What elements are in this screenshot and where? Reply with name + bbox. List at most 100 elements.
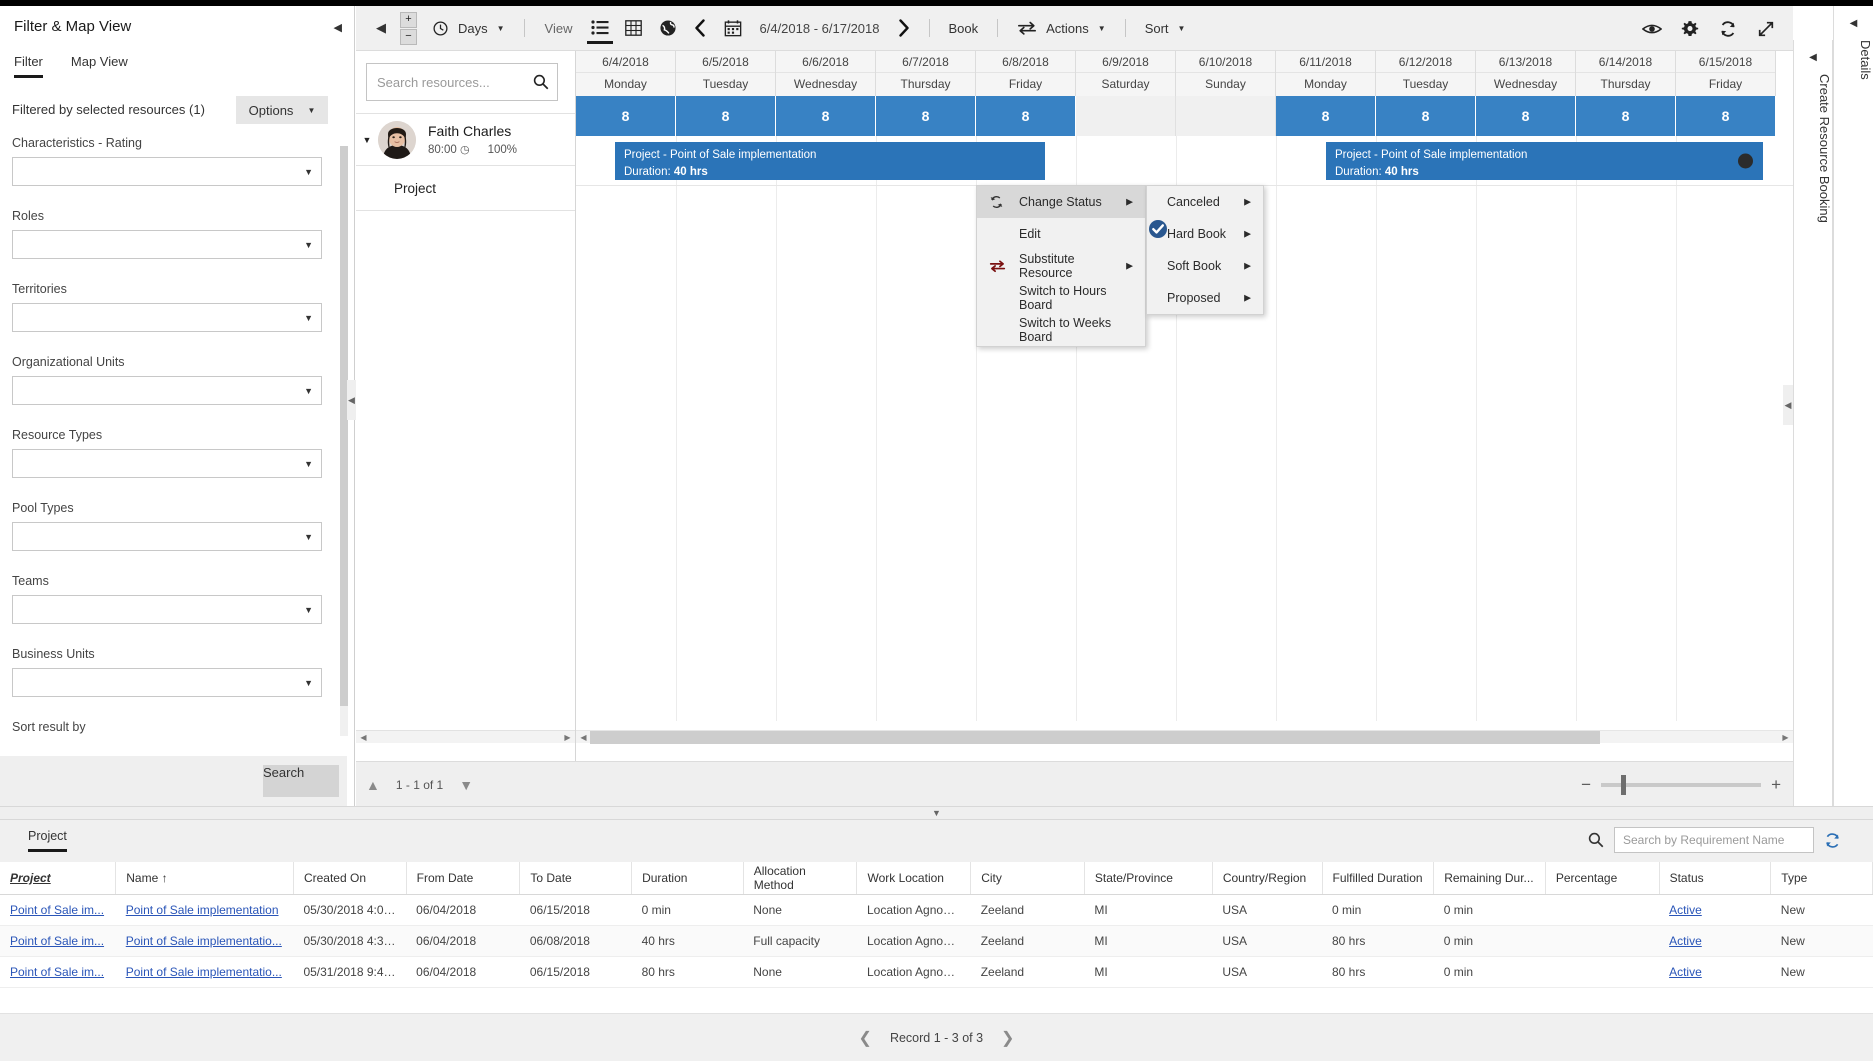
column-header-created-on[interactable]: Created On — [293, 862, 407, 895]
globe-view-icon[interactable] — [651, 6, 685, 51]
page-down-icon[interactable]: ▼ — [459, 777, 473, 793]
scroll-right-icon[interactable]: ▶ — [561, 731, 574, 744]
next-record-icon[interactable]: ❯ — [1001, 1028, 1014, 1048]
search-icon[interactable] — [533, 74, 549, 90]
cell-status[interactable]: Active — [1659, 925, 1771, 957]
status-link[interactable]: Active — [1669, 903, 1702, 917]
capacity-cell[interactable]: 8 — [776, 96, 876, 136]
zoom-in-button[interactable]: + — [400, 11, 417, 28]
create-resource-booking-rail[interactable]: ◀ Create Resource Booking — [1793, 40, 1833, 806]
table-row[interactable]: Point of Sale im... Point of Sale implem… — [0, 894, 1873, 926]
filter-panel-resize-handle[interactable]: ◀ — [347, 380, 356, 420]
column-header-project[interactable]: Project — [0, 862, 117, 895]
name-link[interactable]: Point of Sale implementation — [126, 903, 279, 917]
booking-bar[interactable]: Project - Point of Sale implementation D… — [1326, 142, 1763, 180]
refresh-icon[interactable] — [1824, 832, 1841, 849]
column-header-remaining-duration[interactable]: Remaining Dur... — [1433, 862, 1546, 895]
pool-types-select[interactable]: ▼ — [12, 522, 322, 551]
zoom-out-icon[interactable]: − — [1581, 775, 1591, 795]
capacity-cell[interactable]: 8 — [876, 96, 976, 136]
search-button[interactable]: Search — [263, 765, 339, 797]
roles-select[interactable]: ▼ — [12, 230, 322, 259]
column-header-state-province[interactable]: State/Province — [1084, 862, 1213, 895]
scroll-right-icon[interactable]: ▶ — [1779, 731, 1792, 744]
scroll-left-icon[interactable]: ◀ — [357, 731, 370, 744]
horizontal-splitter[interactable]: ▼ — [0, 806, 1873, 820]
cell-status[interactable]: Active — [1659, 956, 1771, 988]
capacity-cell[interactable]: 8 — [576, 96, 676, 136]
expand-details-icon[interactable]: ◀ — [1834, 18, 1873, 29]
resource-horizontal-scrollbar[interactable]: ◀ ▶ — [356, 730, 575, 743]
previous-period-button[interactable] — [685, 6, 715, 51]
capacity-cell[interactable]: 8 — [1276, 96, 1376, 136]
cell-project[interactable]: Point of Sale im... — [0, 894, 116, 926]
booking-bar[interactable]: Project - Point of Sale implementation D… — [615, 142, 1045, 180]
project-link[interactable]: Point of Sale im... — [10, 903, 104, 917]
cell-name[interactable]: Point of Sale implementatio... — [115, 956, 294, 988]
column-header-type[interactable]: Type — [1770, 862, 1873, 895]
context-menu-item-change-status[interactable]: Change Status ▶ — [977, 186, 1145, 218]
cell-name[interactable]: Point of Sale implementation — [115, 894, 294, 926]
zoom-out-button[interactable]: − — [400, 28, 417, 45]
filter-panel-scrollbar[interactable] — [340, 146, 348, 736]
tab-project[interactable]: Project — [28, 829, 67, 852]
search-icon[interactable] — [1588, 832, 1604, 848]
name-link[interactable]: Point of Sale implementatio... — [126, 934, 282, 948]
territories-select[interactable]: ▼ — [12, 303, 322, 332]
gantt-horizontal-scrollbar[interactable]: ◀ ▶ — [576, 730, 1793, 744]
submenu-item-proposed[interactable]: Proposed ▶ — [1147, 282, 1263, 314]
status-link[interactable]: Active — [1669, 934, 1702, 948]
column-header-work-location[interactable]: Work Location — [856, 862, 972, 895]
scrollbar-thumb[interactable] — [590, 731, 1600, 744]
column-header-to-date[interactable]: To Date — [519, 862, 633, 895]
next-period-button[interactable] — [889, 6, 919, 51]
resource-row-faith-charles[interactable]: ▼ Faith Charles 80:00 ◷ 100% — [356, 113, 575, 166]
business-units-select[interactable]: ▼ — [12, 668, 322, 697]
board-rail-resize-handle[interactable]: ◀ — [1783, 385, 1793, 425]
resource-types-select[interactable]: ▼ — [12, 449, 322, 478]
zoom-slider-handle[interactable] — [1621, 774, 1627, 795]
gear-icon[interactable] — [1671, 6, 1709, 51]
column-header-from-date[interactable]: From Date — [406, 862, 521, 895]
capacity-cell-nonworking[interactable] — [1176, 96, 1276, 136]
zoom-slider-track[interactable] — [1601, 774, 1762, 795]
table-row[interactable]: Point of Sale im... Point of Sale implem… — [0, 925, 1873, 957]
project-link[interactable]: Point of Sale im... — [10, 965, 104, 979]
search-resources-input[interactable] — [366, 63, 558, 101]
organizational-units-select[interactable]: ▼ — [12, 376, 322, 405]
teams-select[interactable]: ▼ — [12, 595, 322, 624]
capacity-cell[interactable]: 8 — [1476, 96, 1576, 136]
tab-filter[interactable]: Filter — [14, 54, 43, 78]
search-by-requirement-name-input[interactable] — [1614, 827, 1814, 853]
expand-create-booking-icon[interactable]: ◀ — [1794, 52, 1832, 63]
status-link[interactable]: Active — [1669, 965, 1702, 979]
column-header-status[interactable]: Status — [1659, 862, 1772, 895]
tab-map-view[interactable]: Map View — [71, 54, 128, 78]
collapse-filter-panel-icon[interactable]: ◀ — [334, 21, 342, 34]
column-header-fulfilled-duration[interactable]: Fulfilled Duration — [1322, 862, 1435, 895]
zoom-in-icon[interactable]: + — [1771, 775, 1781, 795]
list-view-icon[interactable] — [583, 6, 617, 51]
previous-record-icon[interactable]: ❮ — [859, 1028, 872, 1048]
capacity-cell-nonworking[interactable] — [1076, 96, 1176, 136]
table-row[interactable]: Point of Sale im... Point of Sale implem… — [0, 956, 1873, 988]
book-button[interactable]: Book — [940, 6, 988, 51]
context-menu-item-switch-to-hours-board[interactable]: Switch to Hours Board — [977, 282, 1145, 314]
scroll-left-icon[interactable]: ◀ — [577, 731, 590, 744]
cell-name[interactable]: Point of Sale implementatio... — [115, 925, 294, 957]
expand-resource-icon[interactable]: ▼ — [356, 135, 378, 145]
actions-dropdown[interactable]: Actions ▼ — [1008, 6, 1115, 51]
resource-child-row-project[interactable]: Project — [356, 167, 575, 211]
options-button[interactable]: Options ▼ — [236, 96, 328, 124]
column-header-percentage[interactable]: Percentage — [1545, 862, 1660, 895]
project-link[interactable]: Point of Sale im... — [10, 934, 104, 948]
capacity-cell[interactable]: 8 — [976, 96, 1076, 136]
details-rail[interactable]: ◀ Details — [1833, 6, 1873, 806]
column-header-name[interactable]: Name ↑ — [115, 862, 294, 895]
calendar-picker-button[interactable] — [715, 6, 751, 51]
refresh-icon[interactable] — [1709, 6, 1747, 51]
grid-view-icon[interactable] — [617, 6, 651, 51]
column-header-allocation-method[interactable]: Allocation Method — [743, 862, 858, 895]
cell-status[interactable]: Active — [1659, 894, 1771, 926]
column-header-city[interactable]: City — [970, 862, 1085, 895]
